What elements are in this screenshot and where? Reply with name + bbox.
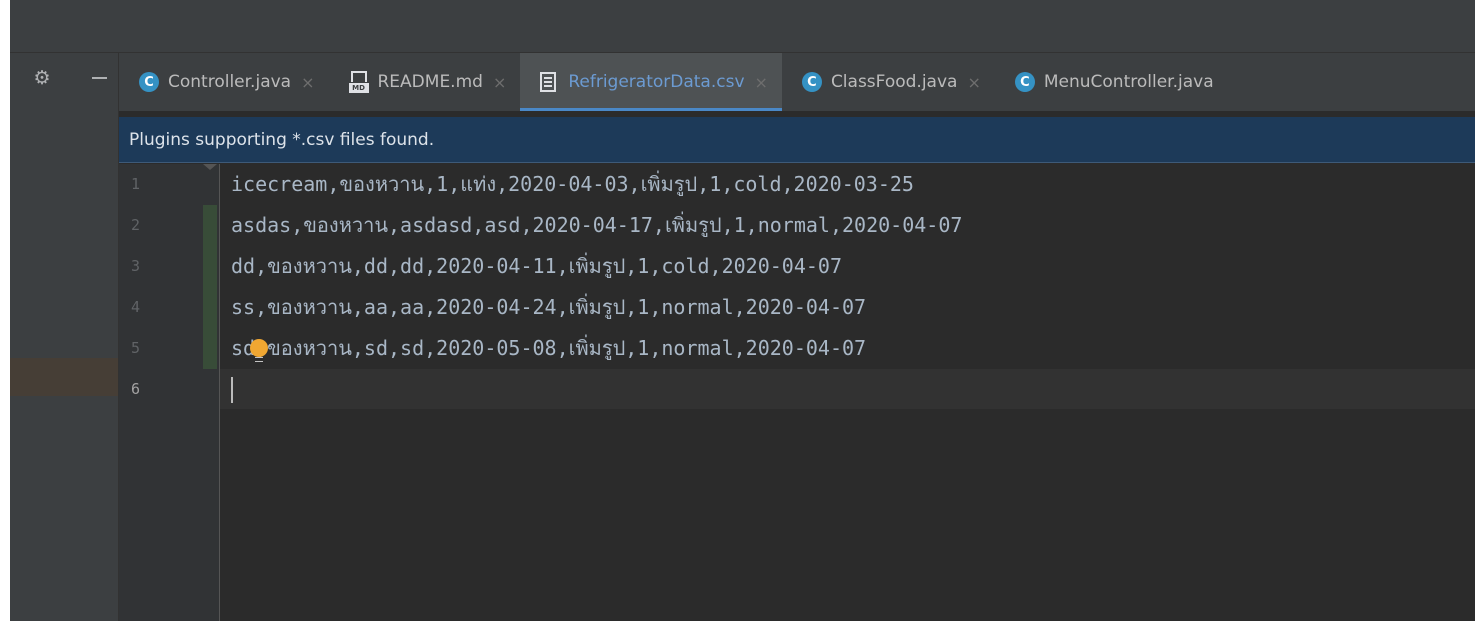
changed-lines-marker[interactable] — [203, 205, 217, 369]
tab-label: Controller.java — [168, 72, 292, 92]
line-number: 3 — [131, 257, 141, 275]
window-edge — [0, 0, 10, 621]
code-line[interactable]: dd,ของหวาน,dd,dd,2020-04-11,เพิ่มรูป,1,c… — [231, 246, 842, 287]
plugin-suggestion-banner[interactable]: Plugins supporting *.csv files found. — [119, 117, 1475, 163]
code-line[interactable]: sd,ของหวาน,sd,sd,2020-05-08,เพิ่มรูป,1,n… — [231, 328, 866, 369]
tab-readme-md[interactable]: MD README.md × — [329, 53, 521, 111]
tab-refrigeratordata-csv[interactable]: RefrigeratorData.csv × — [520, 53, 782, 111]
line-number: 4 — [131, 298, 141, 316]
title-bar — [10, 0, 1475, 53]
code-editor[interactable]: 1 2 3 4 5 6 icecream,ของหวาน,1,แท่ง,2020… — [119, 164, 1475, 621]
editor-tabs: C Controller.java × MD README.md × Refri… — [119, 53, 1475, 111]
text-file-icon — [540, 72, 557, 92]
lightbulb-icon[interactable] — [250, 339, 268, 362]
tool-window-strip: ⚙ — [10, 53, 119, 621]
tool-strip-highlight — [10, 358, 118, 396]
java-class-icon: C — [139, 72, 159, 92]
tab-label: RefrigeratorData.csv — [568, 72, 745, 92]
code-line[interactable]: ss,ของหวาน,aa,aa,2020-04-24,เพิ่มรูป,1,n… — [231, 287, 866, 328]
tab-classfood-java[interactable]: C ClassFood.java × — [782, 53, 995, 111]
line-number: 5 — [131, 339, 141, 357]
tab-label: README.md — [377, 72, 483, 92]
tab-menucontroller-java[interactable]: C MenuController.java — [995, 53, 1228, 111]
banner-text: Plugins supporting *.csv files found. — [129, 129, 435, 150]
current-line-highlight — [119, 369, 1475, 409]
tab-label: MenuController.java — [1043, 72, 1214, 92]
line-number: 1 — [131, 175, 141, 193]
close-icon[interactable]: × — [301, 73, 314, 92]
close-icon[interactable]: × — [755, 73, 768, 92]
text-caret — [231, 377, 233, 403]
java-class-icon: C — [801, 72, 822, 92]
close-icon[interactable]: × — [493, 73, 506, 92]
minimize-icon[interactable] — [90, 68, 110, 88]
ide-window: ⚙ C Controller.java × MD README.md × Ref… — [0, 0, 1475, 621]
line-number: 2 — [131, 216, 141, 234]
java-class-icon: C — [1014, 72, 1035, 92]
fold-marker-icon[interactable] — [203, 164, 217, 170]
close-icon[interactable]: × — [967, 73, 980, 92]
tab-label: ClassFood.java — [830, 72, 958, 92]
gear-icon[interactable]: ⚙ — [32, 68, 52, 88]
code-line[interactable]: icecream,ของหวาน,1,แท่ง,2020-04-03,เพิ่ม… — [231, 164, 914, 205]
tab-controller-java[interactable]: C Controller.java × — [119, 53, 329, 111]
markdown-file-icon: MD — [348, 71, 369, 93]
line-number: 6 — [131, 380, 141, 398]
line-number-gutter[interactable]: 1 2 3 4 5 6 — [119, 164, 220, 621]
code-line[interactable]: asdas,ของหวาน,asdasd,asd,2020-04-17,เพิ่… — [231, 205, 962, 246]
